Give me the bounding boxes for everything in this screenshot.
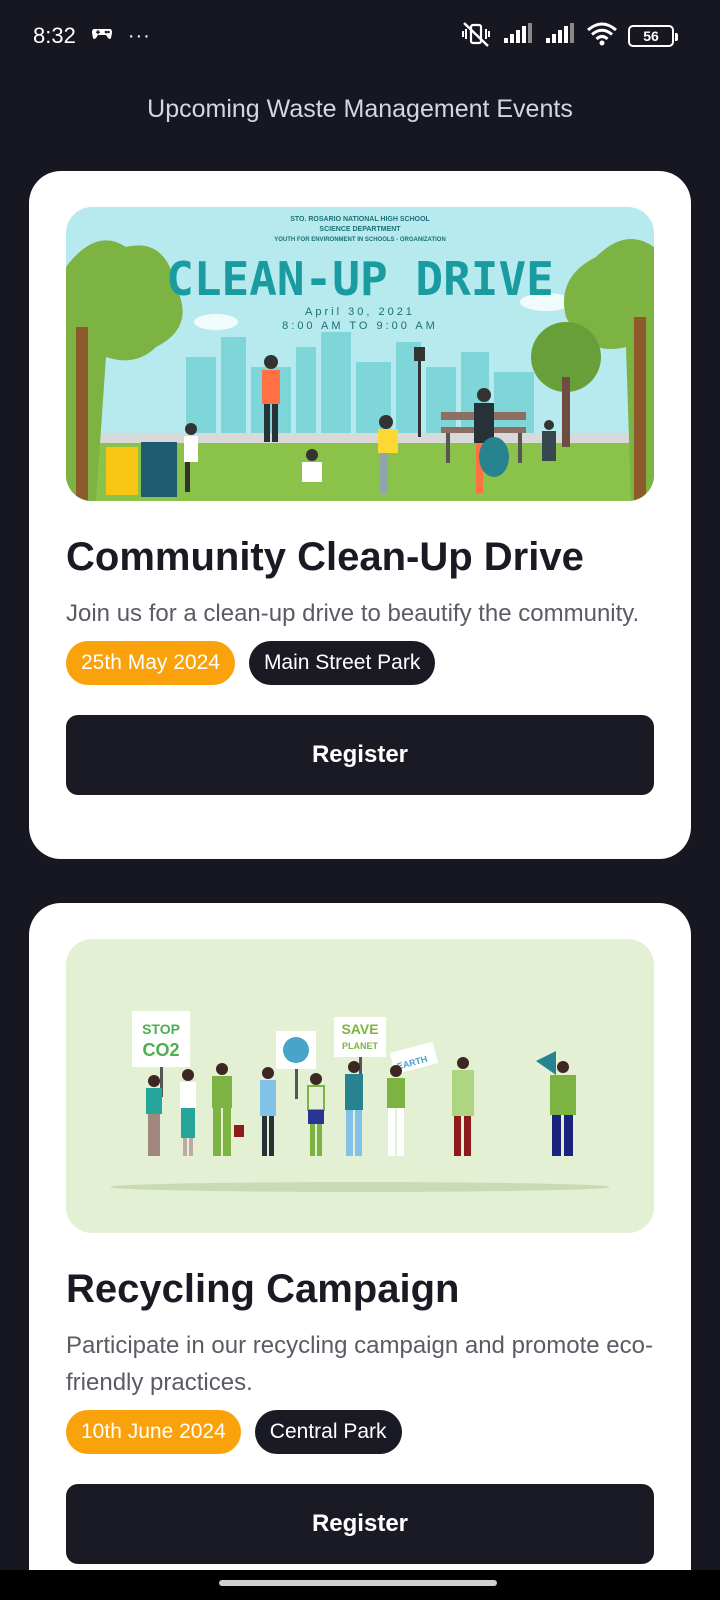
poster-headline-text: CLEAN-UP DRIVE [166, 252, 554, 306]
wifi-icon [586, 22, 618, 51]
signal-icon-1 [502, 22, 534, 50]
poster-sign-stop-line-2: CO2 [142, 1040, 179, 1060]
more-notifications-icon: ··· [127, 24, 151, 47]
register-button[interactable]: Register [66, 715, 654, 795]
poster-time-text: 8:00 AM TO 9:00 AM [282, 320, 438, 332]
event-title: Recycling Campaign [66, 1267, 460, 1311]
event-poster-image: STOP CO2 SAVE PLANET EARTH [66, 939, 654, 1233]
vibrate-off-icon [460, 20, 492, 53]
navigation-bar [0, 1570, 720, 1600]
status-time: 8:32 [33, 23, 76, 48]
status-bar: 8:32 ··· 56 [0, 0, 720, 72]
event-description: Join us for a clean-up drive to beautify… [66, 600, 640, 627]
poster-department-text: SCIENCE DEPARTMENT [319, 226, 401, 233]
battery-icon: 56 [628, 25, 678, 47]
poster-organization-text: YOUTH FOR ENVIRONMENT IN SCHOOLS - ORGAN… [274, 237, 446, 243]
poster-sign-save-line-1: SAVE [341, 1021, 378, 1037]
home-gesture-handle[interactable] [219, 1580, 497, 1586]
signal-icon-2 [544, 22, 576, 50]
event-description: Participate in our recycling campaign an… [66, 1332, 653, 1396]
event-date-badge: 10th June 2024 [66, 1410, 241, 1454]
poster-sign-stop-line-1: STOP [142, 1021, 180, 1037]
event-date-badge: 25th May 2024 [66, 641, 235, 685]
event-tags: 10th June 2024 Central Park [66, 1410, 654, 1454]
game-controller-icon [90, 23, 114, 49]
poster-date-text: April 30, 2021 [305, 306, 415, 318]
poster-school-text: STO. ROSARIO NATIONAL HIGH SCHOOL [290, 216, 430, 223]
poster-sign-save-line-2: PLANET [342, 1041, 379, 1051]
event-card: STO. ROSARIO NATIONAL HIGH SCHOOL SCIENC… [29, 171, 691, 859]
register-button[interactable]: Register [66, 1484, 654, 1564]
page-title: Upcoming Waste Management Events [147, 95, 573, 123]
event-poster-image: STO. ROSARIO NATIONAL HIGH SCHOOL SCIENC… [66, 207, 654, 501]
event-card: STOP CO2 SAVE PLANET EARTH Recycling Cam… [29, 903, 691, 1600]
event-location-badge: Main Street Park [248, 641, 436, 685]
event-tags: 25th May 2024 Main Street Park [66, 641, 654, 685]
event-location-badge: Central Park [254, 1410, 402, 1454]
event-title: Community Clean-Up Drive [66, 535, 584, 579]
status-right: 56 [460, 20, 678, 53]
status-left: 8:32 ··· [33, 23, 151, 49]
